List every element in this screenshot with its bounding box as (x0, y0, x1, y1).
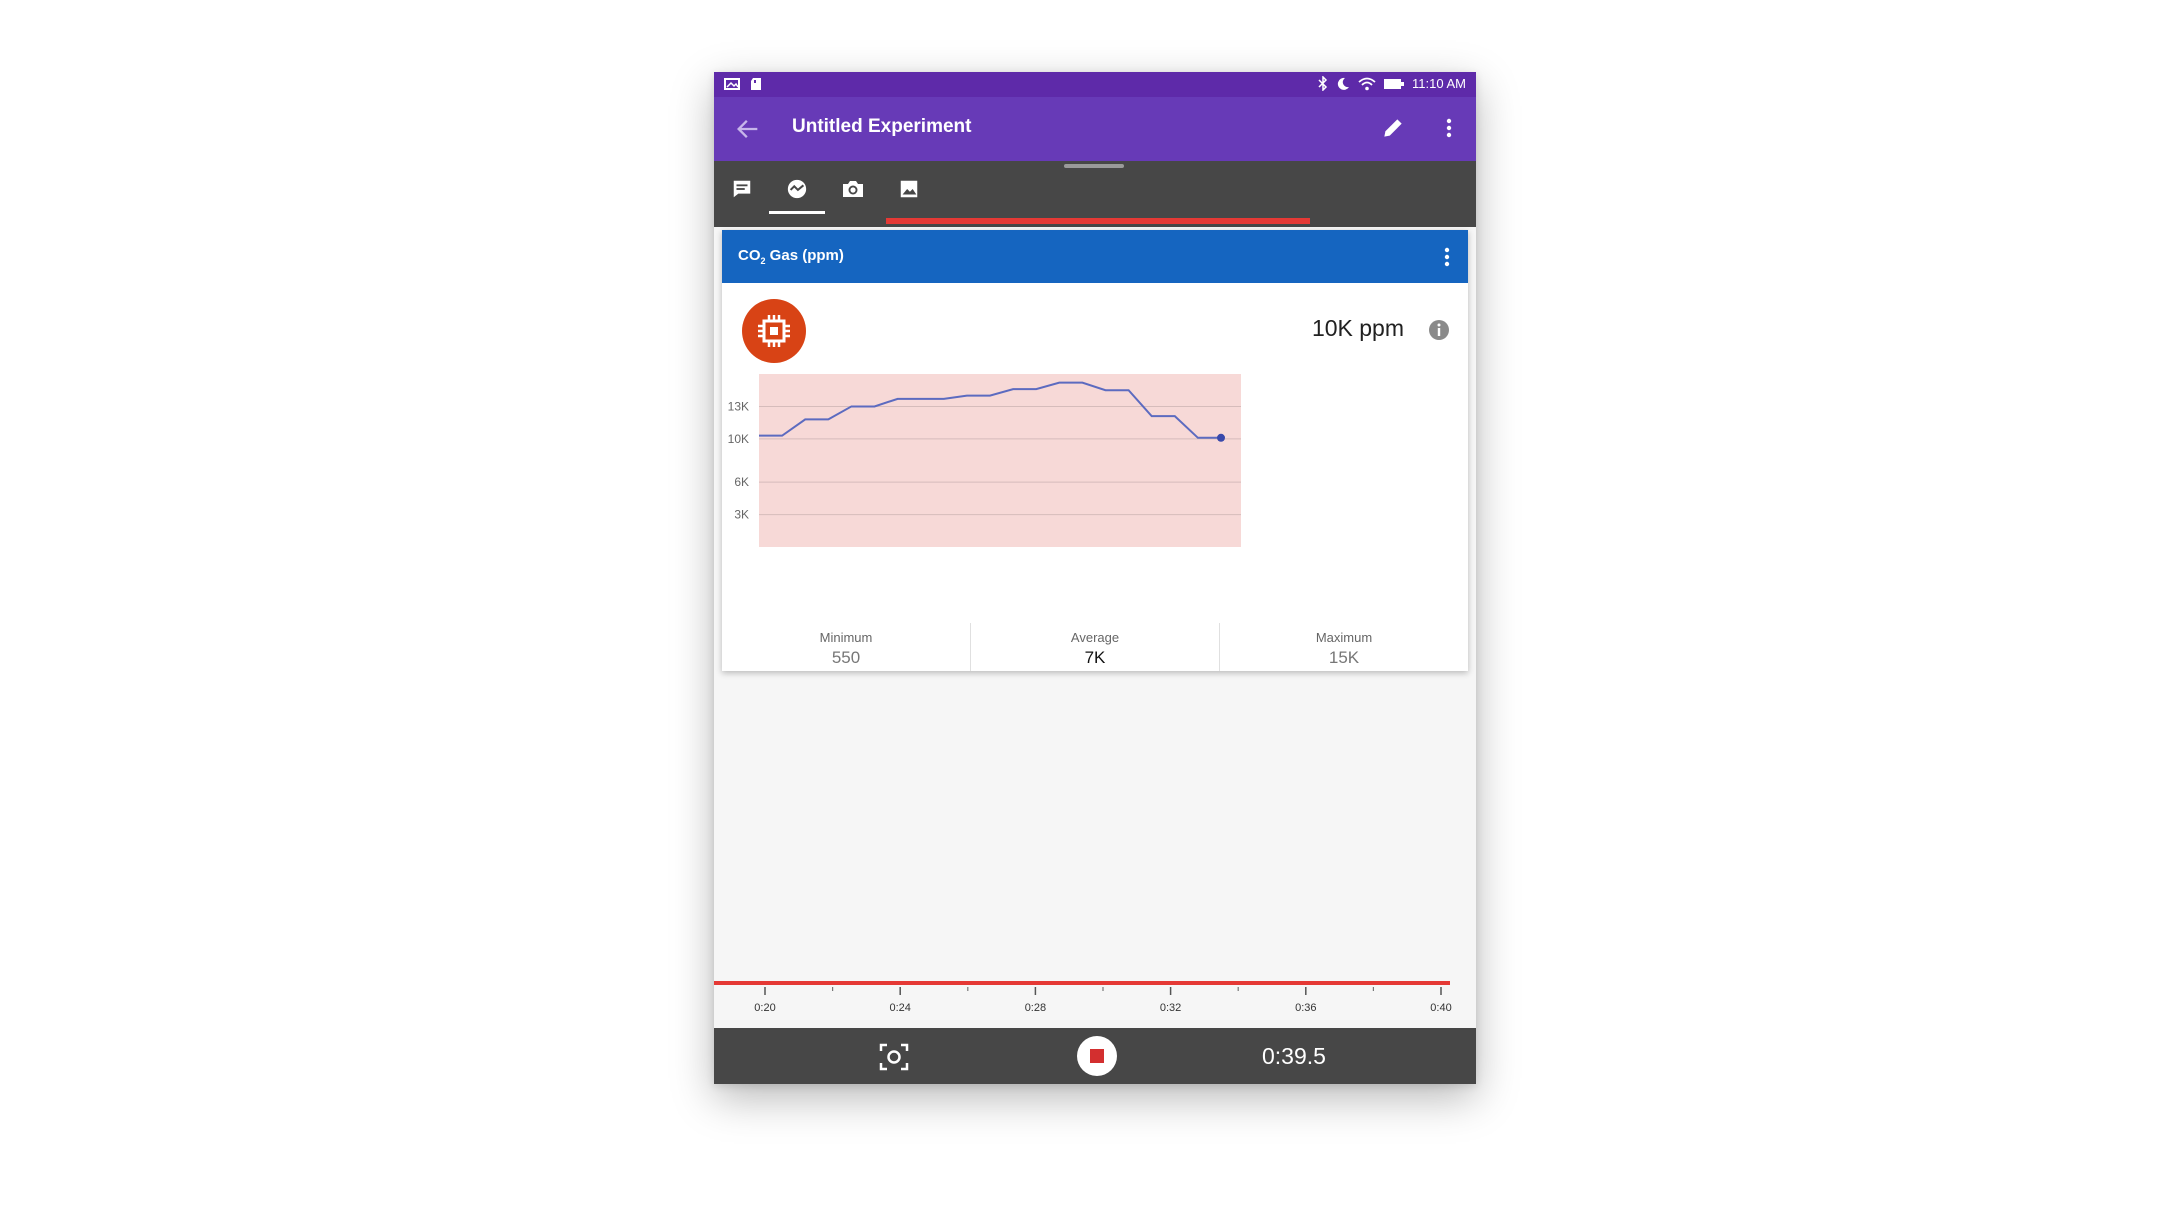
app-bar: Untitled Experiment (714, 97, 1476, 161)
edit-pencil-icon[interactable] (1380, 115, 1406, 141)
chart-current-point (1217, 433, 1225, 442)
stat-average-label: Average (1070, 630, 1120, 645)
sensor-title[interactable]: CO2 Gas (ppm) (738, 247, 844, 266)
timeline-tick-label: 0:40 (1430, 1002, 1451, 1014)
stop-record-button[interactable] (1077, 1036, 1117, 1076)
recording-timeline[interactable]: 0:20 0:24 0:28 0:32 0:36 0:40 (714, 981, 1476, 1031)
camera-icon (843, 181, 863, 197)
stat-minimum: Minimum 550 (722, 623, 971, 671)
card-more-vert-icon[interactable] (1442, 244, 1452, 270)
battery-icon (1384, 78, 1405, 89)
timeline-tick-label: 0:36 (1295, 1002, 1316, 1014)
note-icon (733, 180, 751, 198)
snapshot-icon[interactable] (878, 1042, 910, 1072)
stat-minimum-label: Minimum (819, 630, 873, 645)
current-reading: 10K ppm (1311, 315, 1404, 341)
recording-indicator-bar (886, 218, 1310, 224)
sd-card-icon (751, 78, 761, 90)
sensor-wave-icon (787, 179, 807, 199)
status-time: 11:10 AM (1412, 76, 1466, 91)
timeline-tick-label: 0:32 (1160, 1002, 1181, 1014)
experiment-title[interactable]: Untitled Experiment (792, 116, 971, 138)
wifi-icon (1358, 77, 1376, 90)
sensor-title-rest: Gas (ppm) (765, 247, 844, 264)
record-control-bar: 0:39.5 (714, 1028, 1476, 1084)
stat-average: Average 7K (971, 623, 1220, 671)
sensor-card-header: CO2 Gas (ppm) (722, 230, 1468, 283)
timeline-tick-label: 0:28 (1025, 1002, 1046, 1014)
chart-y-tick-label: 6K (734, 475, 749, 489)
sensor-chip-icon[interactable] (742, 299, 806, 363)
elapsed-time: 0:39.5 (1262, 1043, 1326, 1069)
stat-average-value: 7K (1084, 648, 1106, 667)
stat-maximum: Maximum 15K (1220, 623, 1468, 671)
stats-row: Minimum 550 Average 7K Maximum 15K (722, 623, 1468, 671)
tab-gallery[interactable] (881, 162, 937, 216)
phone-screen: 11:10 AM Untitled Experiment CO2 Gas (pp… (714, 72, 1476, 1084)
tab-sensors[interactable] (769, 162, 825, 216)
info-icon[interactable] (1428, 319, 1450, 341)
drag-handle[interactable] (1064, 164, 1124, 168)
sensor-line-chart: 3K 6K 10K 13K (728, 374, 1241, 547)
image-icon (900, 180, 918, 198)
chart-y-tick-label: 10K (728, 432, 749, 446)
chart-y-tick-label: 3K (734, 508, 749, 522)
stat-maximum-value: 15K (1328, 648, 1360, 667)
timeline-tick-label: 0:24 (889, 1002, 910, 1014)
timeline-tick-label: 0:20 (754, 1002, 775, 1014)
stat-maximum-label: Maximum (1315, 630, 1373, 645)
tab-camera[interactable] (825, 162, 881, 216)
back-arrow-icon[interactable] (734, 115, 762, 143)
status-bar: 11:10 AM (714, 72, 1476, 97)
chart-plot-background (759, 374, 1241, 547)
sensor-title-main: CO (738, 247, 761, 264)
stop-record-icon (1090, 1049, 1104, 1063)
timeline-progress-bar (714, 981, 1450, 985)
chart-y-tick-label: 13K (728, 399, 749, 413)
sensor-card: CO2 Gas (ppm) 10K ppm 3K 6K 10K 13K Minimum… (722, 230, 1468, 671)
moon-icon (1337, 77, 1350, 90)
bluetooth-icon (1318, 76, 1328, 91)
more-vert-icon[interactable] (1444, 115, 1454, 141)
gallery-icon (724, 78, 740, 90)
tab-notes[interactable] (714, 162, 770, 216)
stat-minimum-value: 550 (831, 648, 861, 667)
